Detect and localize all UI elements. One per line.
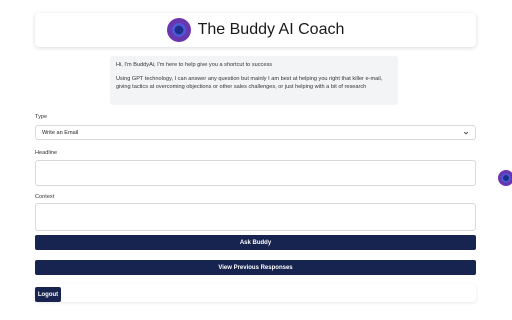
intro-description: Using GPT technology, I can answer any q…	[116, 76, 383, 90]
view-previous-responses-button[interactable]: View Previous Responses	[35, 260, 476, 275]
intro-message: Hi, I'm BuddyAi, I'm here to help give y…	[110, 56, 398, 105]
ask-buddy-button[interactable]: Ask Buddy	[35, 235, 476, 250]
chevron-down-icon	[463, 131, 469, 134]
type-select-value: Write an Email	[42, 129, 79, 136]
intro-greeting: Hi, I'm BuddyAi, I'm here to help give y…	[116, 62, 273, 68]
buddy-logo-icon	[166, 18, 191, 42]
logout-container	[35, 284, 476, 302]
context-input[interactable]	[35, 203, 476, 231]
headline-input[interactable]	[35, 160, 476, 186]
type-select[interactable]: Write an Email	[35, 125, 476, 140]
context-label: Context	[35, 194, 55, 200]
headline-label: Headline	[35, 150, 58, 156]
floating-buddy-icon[interactable]	[498, 170, 512, 186]
page-title: The Buddy AI Coach	[197, 21, 345, 38]
logout-button[interactable]: Logout	[35, 287, 61, 302]
type-label: Type	[35, 114, 48, 120]
header-card: The Buddy AI Coach	[35, 13, 476, 47]
